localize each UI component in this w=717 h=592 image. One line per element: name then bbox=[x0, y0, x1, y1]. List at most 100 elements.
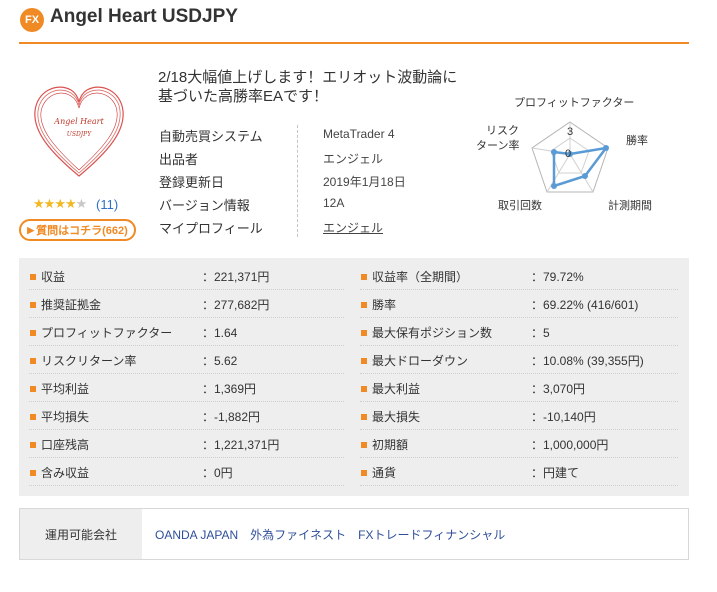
info-label-profile: マイプロフィール bbox=[159, 221, 263, 236]
stat-row: 最大利益 ：3,070円 bbox=[354, 375, 689, 403]
radar-point bbox=[603, 145, 609, 151]
radar-label-trades: 取引回数 bbox=[498, 198, 542, 212]
stat-label: 平均損失 bbox=[41, 410, 90, 424]
stat-label: 収益率（全期間） bbox=[372, 270, 469, 284]
bullet-icon bbox=[30, 274, 36, 280]
bullet-icon bbox=[361, 470, 367, 476]
stat-value: ：1.64 bbox=[202, 326, 238, 340]
bullet-icon bbox=[30, 330, 36, 336]
radar-point bbox=[582, 173, 588, 179]
stat-row: 収益 ：221,371円 bbox=[19, 263, 354, 291]
info-value-updated: 2019年1月18日 bbox=[323, 175, 406, 189]
star-icon: ★ bbox=[64, 197, 77, 212]
stat-label: 最大損失 bbox=[372, 410, 421, 424]
rating-stars: ★★★★★ bbox=[33, 197, 88, 212]
info-label-seller: 出品者 bbox=[159, 152, 199, 167]
stat-value: ：-10,140円 bbox=[531, 410, 596, 424]
stat-value: ：3,070円 bbox=[531, 382, 586, 396]
bullet-icon bbox=[30, 414, 36, 420]
broker-label: 運用可能会社 bbox=[20, 509, 142, 559]
stat-label: 勝率 bbox=[372, 298, 397, 312]
stat-value: ：円建て bbox=[531, 466, 580, 480]
bullet-icon bbox=[30, 386, 36, 392]
bullet-icon bbox=[361, 442, 367, 448]
stat-row: 含み収益 ：0円 bbox=[19, 459, 354, 487]
stat-row: 通貨 ：円建て bbox=[354, 459, 689, 487]
stat-value: ：1,221,371円 bbox=[202, 438, 280, 452]
info-value-system: MetaTrader 4 bbox=[323, 127, 395, 141]
info-label-version: バージョン情報 bbox=[159, 198, 250, 213]
stat-row: 収益率（全期間） ：79.72% bbox=[354, 263, 689, 291]
stat-row: 勝率 ：69.22% (416/601) bbox=[354, 291, 689, 319]
bullet-icon bbox=[30, 442, 36, 448]
product-image-text: Angel Heart bbox=[53, 117, 104, 126]
stat-label: リスクリターン率 bbox=[41, 354, 137, 368]
radar-scale-3: 3 bbox=[567, 126, 573, 138]
info-value-version: 12A bbox=[323, 196, 345, 210]
product-headline: 2/18大幅値上げします！エリオット波動論に基づいた高勝率EAです！ bbox=[158, 69, 458, 105]
stat-value: ：5 bbox=[531, 326, 550, 340]
stat-value: ：221,371円 bbox=[202, 270, 270, 284]
stat-row: 初期額 ：1,000,000円 bbox=[354, 431, 689, 459]
stat-label: 初期額 bbox=[372, 438, 409, 452]
profile-link[interactable]: エンジェル bbox=[323, 219, 383, 236]
arrow-right-icon: ▶ bbox=[27, 224, 35, 235]
stat-label: 口座残高 bbox=[41, 438, 90, 452]
stat-label: 通貨 bbox=[372, 466, 397, 480]
stat-row: 最大損失 ：-10,140円 bbox=[354, 403, 689, 431]
radar-scale-0: 0 bbox=[565, 148, 571, 160]
bullet-icon bbox=[30, 358, 36, 364]
bullet-icon bbox=[30, 302, 36, 308]
star-icon: ★ bbox=[43, 197, 56, 212]
bullet-icon bbox=[361, 274, 367, 280]
info-divider bbox=[297, 125, 298, 237]
info-label-updated: 登録更新日 bbox=[159, 175, 225, 190]
stat-value: ：277,682円 bbox=[202, 298, 270, 312]
bullet-icon bbox=[361, 414, 367, 420]
info-label-system: 自動売買システム bbox=[159, 129, 263, 144]
stat-row: 推奨証拠金 ：277,682円 bbox=[19, 291, 354, 319]
radar-label-period: 計測期間 bbox=[608, 198, 652, 212]
bullet-icon bbox=[361, 330, 367, 336]
product-image-subtext: USDJPY bbox=[67, 131, 92, 138]
stat-row: 最大保有ポジション数 ：5 bbox=[354, 319, 689, 347]
product-image[interactable]: Angel Heart USDJPY bbox=[29, 76, 129, 184]
star-icon: ★ bbox=[33, 197, 45, 212]
star-icon: ★ bbox=[54, 197, 66, 212]
radar-label-profit-factor: プロフィットファクター bbox=[514, 96, 634, 109]
stat-label: 収益 bbox=[41, 270, 66, 284]
star-empty-icon: ★ bbox=[75, 197, 88, 212]
stat-label: 平均利益 bbox=[41, 382, 90, 396]
stat-value: ：-1,882円 bbox=[202, 410, 261, 424]
stat-label: プロフィットファクター bbox=[41, 326, 173, 340]
bullet-icon bbox=[361, 358, 367, 364]
bullet-icon bbox=[361, 302, 367, 308]
stat-value: ：79.72% bbox=[531, 270, 584, 284]
stat-row: プロフィットファクター ：1.64 bbox=[19, 319, 354, 347]
page-title: Angel Heart USDJPY bbox=[50, 6, 238, 27]
stat-label: 含み収益 bbox=[41, 466, 90, 480]
broker-list: OANDA JAPAN 外為ファイネスト FXトレードフィナンシャル bbox=[155, 528, 506, 542]
bullet-icon bbox=[30, 470, 36, 476]
radar-label-risk-line1: リスク bbox=[486, 124, 519, 137]
fx-badge-icon: FX bbox=[20, 8, 44, 32]
bullet-icon bbox=[361, 386, 367, 392]
stat-label: 推奨証拠金 bbox=[41, 298, 102, 312]
title-divider bbox=[19, 42, 689, 44]
radar-chart: 3 0 プロフィットファクター 勝率 計測期間 取引回数 リスク ターン率 bbox=[476, 96, 652, 212]
question-button-label: 質問はコチラ(662) bbox=[36, 225, 128, 237]
info-value-seller: エンジェル bbox=[323, 152, 384, 166]
stat-label: 最大保有ポジション数 bbox=[372, 326, 493, 340]
stat-label: 最大利益 bbox=[372, 382, 421, 396]
radar-point bbox=[551, 183, 557, 189]
radar-label-risk-line2: ターン率 bbox=[476, 138, 519, 152]
stat-row: 平均利益 ：1,369円 bbox=[19, 375, 354, 403]
question-button[interactable]: ▶ 質問はコチラ(662) bbox=[19, 219, 136, 241]
stat-value: ：1,369円 bbox=[202, 382, 257, 396]
stat-value: ：5.62 bbox=[202, 354, 238, 368]
stat-row: リスクリターン率 ：5.62 bbox=[19, 347, 354, 375]
stat-row: 最大ドローダウン ：10.08% (39,355円) bbox=[354, 347, 689, 375]
review-count-link[interactable]: (11) bbox=[96, 197, 118, 212]
radar-point bbox=[551, 149, 557, 155]
stat-label: 最大ドローダウン bbox=[372, 354, 469, 368]
